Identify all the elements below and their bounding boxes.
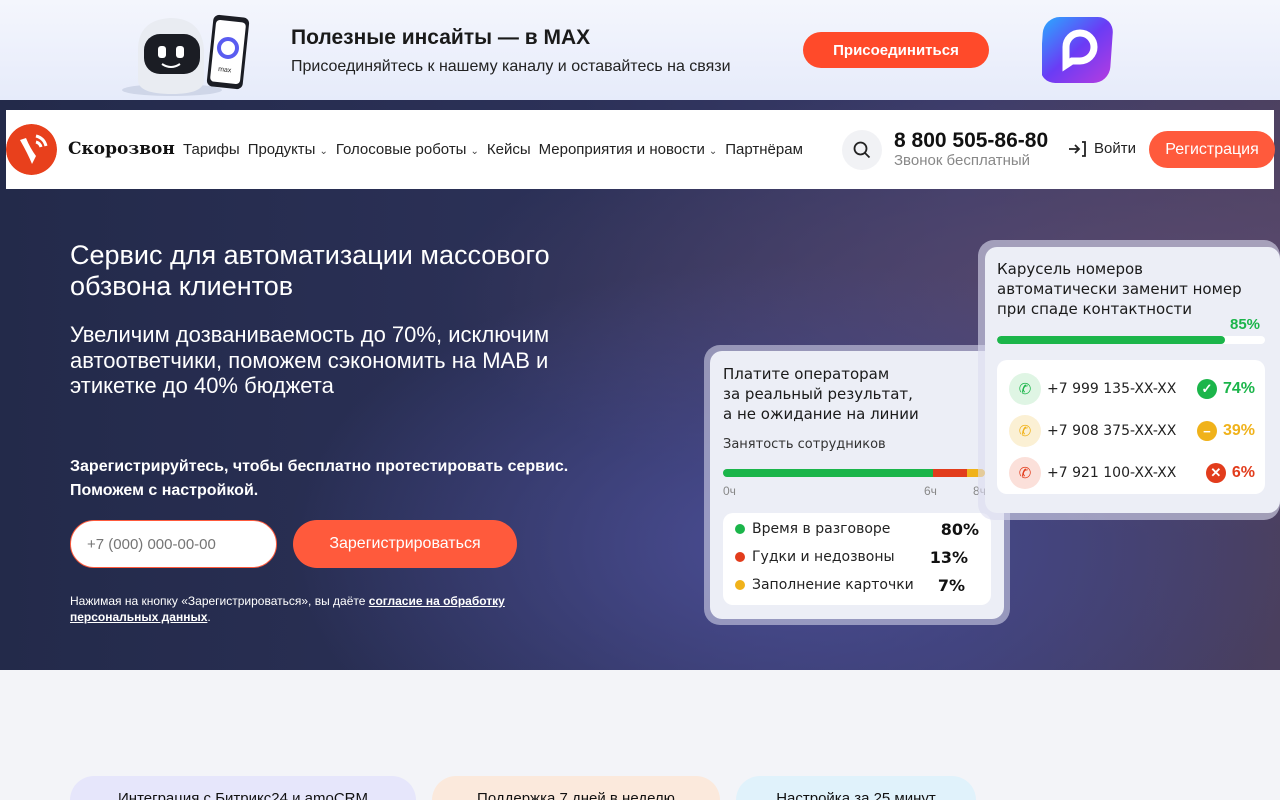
feature-pill: Настройка за 25 минут	[736, 776, 976, 800]
cross-icon: ✕	[1205, 463, 1226, 483]
title-line: Карусель номеров	[997, 260, 1143, 278]
logo-icon[interactable]	[6, 124, 57, 175]
cta-text: Зарегистрируйтесь, чтобы бесплатно проте…	[70, 455, 650, 503]
max-app-icon[interactable]	[1042, 15, 1116, 85]
minus-icon: −	[1196, 421, 1217, 441]
stat-label: Гудки и недозвоны	[752, 549, 895, 565]
employment-stats: Время в разговоре 80% Гудки и недозвоны …	[723, 513, 991, 605]
promo-title: Полезные инсайты — в MAX	[291, 26, 591, 49]
hero-subtitle: Увеличим дозваниваемость до 70%, исключи…	[70, 322, 550, 398]
phone-number[interactable]: 8 800 505-86-80	[894, 129, 1048, 153]
number-row: ✆ +7 921 100-XX-XX ✕ 6%	[1009, 457, 1255, 489]
promo-subtitle: Присоединяйтесь к нашему каналу и остава…	[291, 58, 731, 75]
login-icon	[1069, 140, 1086, 157]
robot-phone-label: max	[218, 66, 232, 74]
result-value: 74%	[1222, 380, 1255, 397]
tick-label: 6ч	[924, 484, 937, 498]
join-button[interactable]: Присоединиться	[803, 32, 989, 68]
title-line: Платите операторам	[723, 365, 890, 383]
search-icon	[853, 141, 871, 159]
site-header: Скорозвон Тарифы Продукты ⌄ Голосовые роб…	[6, 110, 1275, 189]
promo-banner: max Полезные инсайты — в MAX Присоединяй…	[0, 0, 1280, 100]
employment-segment	[932, 469, 967, 477]
operators-card-subtitle: Занятость сотрудников	[723, 437, 886, 452]
operators-card-title: Платите операторам за реальный результат…	[723, 364, 919, 424]
title-line: при спаде контактности	[997, 300, 1192, 318]
login-label: Войти	[1094, 140, 1136, 157]
title-line: за реальный результат,	[723, 385, 913, 403]
chevron-down-icon: ⌄	[319, 146, 328, 157]
consent-prefix: Нажимая на кнопку «Зарегистрироваться», …	[70, 594, 369, 608]
employment-segment	[723, 469, 933, 477]
number-row: ✆ +7 999 135-XX-XX ✓ 74%	[1009, 373, 1255, 405]
robot-mascot-icon: max	[122, 14, 250, 96]
tick-label: 0ч	[723, 484, 736, 498]
stat-value: 80%	[940, 519, 979, 539]
submit-register-button[interactable]: Зарегистрироваться	[293, 520, 517, 568]
contact-rate-fill	[997, 336, 1225, 344]
feature-pill: Поддержка 7 дней в неделю	[432, 776, 720, 800]
nav-item-events[interactable]: Мероприятия и новости ⌄	[539, 141, 718, 158]
carousel-card-title: Карусель номеров автоматически заменит н…	[997, 259, 1242, 319]
nav-label: Тарифы	[183, 141, 240, 158]
phone-icon: ✆	[1009, 457, 1041, 489]
phone-icon: ✆	[1009, 373, 1041, 405]
red-dot-icon	[735, 552, 745, 562]
stat-value: 7%	[937, 575, 965, 595]
search-button[interactable]	[842, 130, 882, 170]
contact-rate-bar	[997, 336, 1265, 344]
nav-label: Голосовые роботы	[335, 141, 467, 158]
stat-row: Заполнение карточки 7%	[735, 575, 979, 595]
nav-label: Мероприятия и новости	[538, 141, 705, 158]
result-value: 39%	[1222, 422, 1255, 439]
yellow-dot-icon	[735, 580, 745, 590]
register-button[interactable]: Регистрация	[1149, 131, 1275, 168]
consent-text: Нажимая на кнопку «Зарегистрироваться», …	[70, 593, 590, 625]
feature-pill: Интеграция с Битрикс24 и amoCRM	[70, 776, 416, 800]
nav-label: Продукты	[247, 141, 316, 158]
number-row: ✆ +7 908 375-XX-XX −39%	[1009, 415, 1255, 447]
login-link[interactable]: Войти	[1068, 140, 1136, 157]
main-nav: Тарифы Продукты ⌄ Голосовые роботы ⌄ Кейсы…	[183, 141, 803, 158]
stat-label: Заполнение карточки	[752, 577, 914, 593]
cta-line: Поможем с настройкой.	[70, 482, 259, 499]
chevron-down-icon: ⌄	[708, 146, 718, 157]
nav-label: Кейсы	[486, 141, 531, 158]
nav-item-cases[interactable]: Кейсы	[487, 141, 531, 158]
title-line: автоматически заменит номер	[997, 280, 1242, 298]
chevron-down-icon: ⌄	[470, 146, 479, 157]
number-list: ✆ +7 999 135-XX-XX ✓ 74% ✆ +7 908 375-XX-…	[997, 360, 1265, 494]
stat-value: 13%	[929, 547, 968, 567]
phone-note: Звонок бесплатный	[894, 152, 1031, 169]
result: ✓ 74%	[1196, 379, 1255, 399]
contact-rate-value: 85%	[1230, 316, 1261, 333]
result: −39%	[1196, 421, 1255, 441]
result-value: 6%	[1231, 464, 1255, 481]
phone-number-text: +7 999 135-XX-XX	[1047, 381, 1177, 397]
title-line: а не ожидание на линии	[723, 405, 919, 423]
employment-bar	[723, 469, 985, 477]
result: ✕ 6%	[1205, 463, 1255, 483]
logo-text[interactable]: Скорозвон	[68, 139, 175, 159]
stat-row: Гудки и недозвоны 13%	[735, 547, 979, 567]
phone-number-text: +7 908 375-XX-XX	[1047, 423, 1177, 439]
nav-item-voice-robots[interactable]: Голосовые роботы ⌄	[336, 141, 479, 158]
consent-suffix: .	[207, 610, 211, 624]
nav-item-tariffs[interactable]: Тарифы	[183, 141, 240, 158]
green-dot-icon	[735, 524, 745, 534]
nav-item-partners[interactable]: Партнёрам	[725, 141, 803, 158]
stat-label: Время в разговоре	[752, 521, 891, 537]
phone-input[interactable]	[70, 520, 277, 568]
nav-item-products[interactable]: Продукты ⌄	[248, 141, 328, 158]
check-icon: ✓	[1196, 379, 1217, 399]
nav-label: Партнёрам	[725, 141, 803, 158]
phone-icon: ✆	[1009, 415, 1041, 447]
cta-line: Зарегистрируйтесь, чтобы бесплатно проте…	[70, 458, 569, 475]
hero-title: Сервис для автоматизации массового обзво…	[70, 240, 550, 301]
stat-row: Время в разговоре 80%	[735, 519, 979, 539]
phone-number-text: +7 921 100-XX-XX	[1047, 465, 1177, 481]
